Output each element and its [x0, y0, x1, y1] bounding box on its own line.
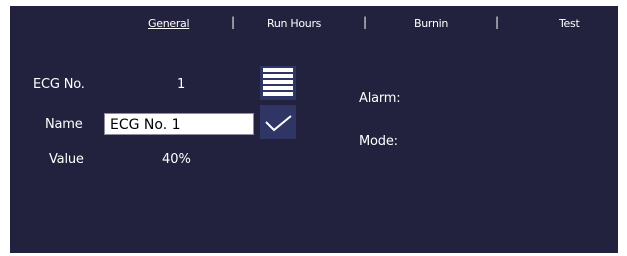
alarm-label: Alarm: [359, 91, 401, 106]
value-reading: 40% [162, 152, 191, 167]
tab-separator: | [363, 15, 368, 29]
ecg-no-label: ECG No. [33, 77, 85, 92]
tab-separator: | [231, 15, 236, 29]
tab-burnin[interactable]: Burnin [414, 17, 448, 30]
name-label: Name [45, 117, 83, 132]
confirm-button[interactable] [260, 105, 296, 139]
hamburger-menu-icon [263, 68, 293, 96]
tab-run-hours[interactable]: Run Hours [267, 17, 321, 30]
ecg-no-value: 1 [177, 77, 186, 92]
value-label: Value [49, 152, 84, 167]
tab-separator: | [495, 15, 500, 29]
tab-test[interactable]: Test [559, 17, 580, 30]
mode-label: Mode: [359, 134, 398, 149]
checkmark-icon [265, 115, 292, 132]
tab-general[interactable]: General [148, 17, 190, 30]
menu-button[interactable] [260, 66, 296, 100]
device-settings-panel: General | Run Hours | Burnin | Test ECG … [10, 6, 618, 253]
name-input[interactable] [104, 113, 254, 135]
